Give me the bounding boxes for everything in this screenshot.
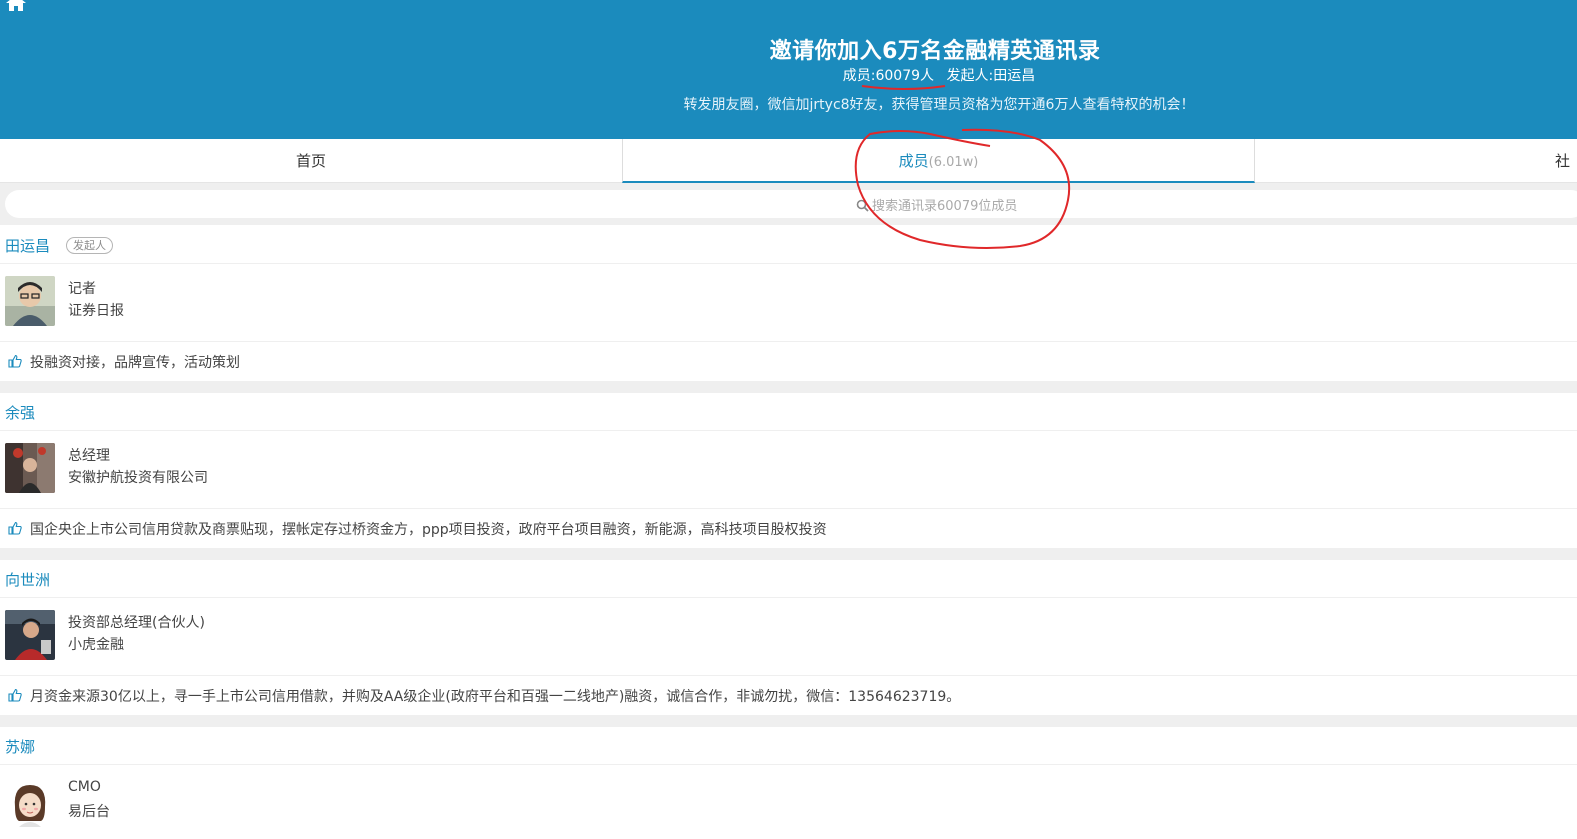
member-card[interactable]: 余强 总经理 安徽护航投资有限公司 国企央企上市公司信用贷款及商票贴现，摆帐定存… (0, 393, 1577, 548)
member-name[interactable]: 余强 (5, 402, 35, 423)
member-title: 总经理 (68, 448, 110, 464)
member-name-row: 苏娜 (0, 727, 1577, 765)
members-count-label: 成员:60079人 (842, 68, 935, 84)
member-name-row: 田运昌 发起人 (0, 226, 1577, 264)
avatar[interactable] (5, 777, 55, 827)
member-name[interactable]: 向世洲 (5, 569, 50, 590)
page-title: 邀请你加入6万名金融精英通讯录 (769, 39, 1101, 64)
member-company: 易后台 (68, 804, 110, 820)
tab-members-count: (6.01w) (928, 155, 979, 170)
member-card[interactable]: 苏娜 CMO 易后台 (0, 727, 1577, 839)
member-company: 安徽护航投资有限公司 (68, 470, 208, 486)
member-title: 投资部总经理(合伙人) (68, 615, 205, 631)
member-name[interactable]: 苏娜 (5, 736, 35, 757)
thumbs-up-icon (8, 521, 22, 535)
member-title: 记者 (68, 281, 96, 297)
member-card[interactable]: 向世洲 投资部总经理(合伙人) 小虎金融 月资金来源30亿以上，寻一手上市公司信… (0, 560, 1577, 715)
group-meta: 成员:60079人 发起人:田运昌 (0, 65, 1577, 85)
search-placeholder: 搜索通讯录60079位成员 (872, 199, 1018, 214)
member-tags: 月资金来源30亿以上，寻一手上市公司信用借款，并购及AA级企业(政府平台和百强一… (30, 689, 961, 705)
thumbs-up-icon (8, 354, 22, 368)
avatar[interactable] (5, 610, 55, 660)
tab-bar: 首页 成员(6.01w) 社 (0, 139, 1577, 183)
thumbs-up-icon (8, 688, 22, 702)
tab-home[interactable]: 首页 (0, 139, 622, 183)
member-tags-row: 投融资对接，品牌宣传，活动策划 (0, 341, 1577, 381)
member-name-row: 向世洲 (0, 560, 1577, 598)
divider (0, 381, 1577, 393)
member-name-row: 余强 (0, 393, 1577, 431)
member-title: CMO (68, 779, 101, 795)
tab-members[interactable]: 成员(6.01w) (622, 139, 1255, 183)
founder-badge: 发起人 (66, 237, 113, 254)
divider (0, 548, 1577, 560)
member-company: 小虎金融 (68, 637, 124, 653)
avatar[interactable] (5, 443, 55, 493)
tab-members-label: 成员 (898, 152, 929, 170)
member-tags-row: 国企央企上市公司信用贷款及商票贴现，摆帐定存过桥资金方，ppp项目投资，政府平台… (0, 508, 1577, 548)
member-tags: 国企央企上市公司信用贷款及商票贴现，摆帐定存过桥资金方，ppp项目投资，政府平台… (30, 522, 827, 538)
share-notice: 转发朋友圈，微信加jrtyc8好友，获得管理员资格为您开通6万人查看特权的机会！ (683, 97, 1195, 113)
search-band: 搜索通讯录60079位成员 (0, 183, 1577, 225)
search-placeholder-wrap: 搜索通讯录60079位成员 (856, 195, 1018, 214)
divider (0, 715, 1577, 727)
member-tags: 投融资对接，品牌宣传，活动策划 (30, 355, 240, 371)
search-icon (856, 199, 869, 212)
header-banner: 邀请你加入6万名金融精英通讯录 成员:60079人 发起人:田运昌 转发朋友圈，… (0, 0, 1577, 139)
avatar[interactable] (5, 276, 55, 326)
founder-label: 发起人:田运昌 (946, 68, 1036, 84)
tab-third[interactable]: 社 (1545, 139, 1577, 183)
home-icon[interactable] (4, 0, 28, 12)
member-company: 证券日报 (68, 303, 124, 319)
member-card[interactable]: 田运昌 发起人 记者 证券日报 投融资对接，品牌宣传，活动策划 (0, 226, 1577, 381)
member-name[interactable]: 田运昌 (5, 235, 50, 256)
search-input[interactable]: 搜索通讯录60079位成员 (5, 190, 1577, 218)
member-tags-row: 月资金来源30亿以上，寻一手上市公司信用借款，并购及AA级企业(政府平台和百强一… (0, 675, 1577, 715)
